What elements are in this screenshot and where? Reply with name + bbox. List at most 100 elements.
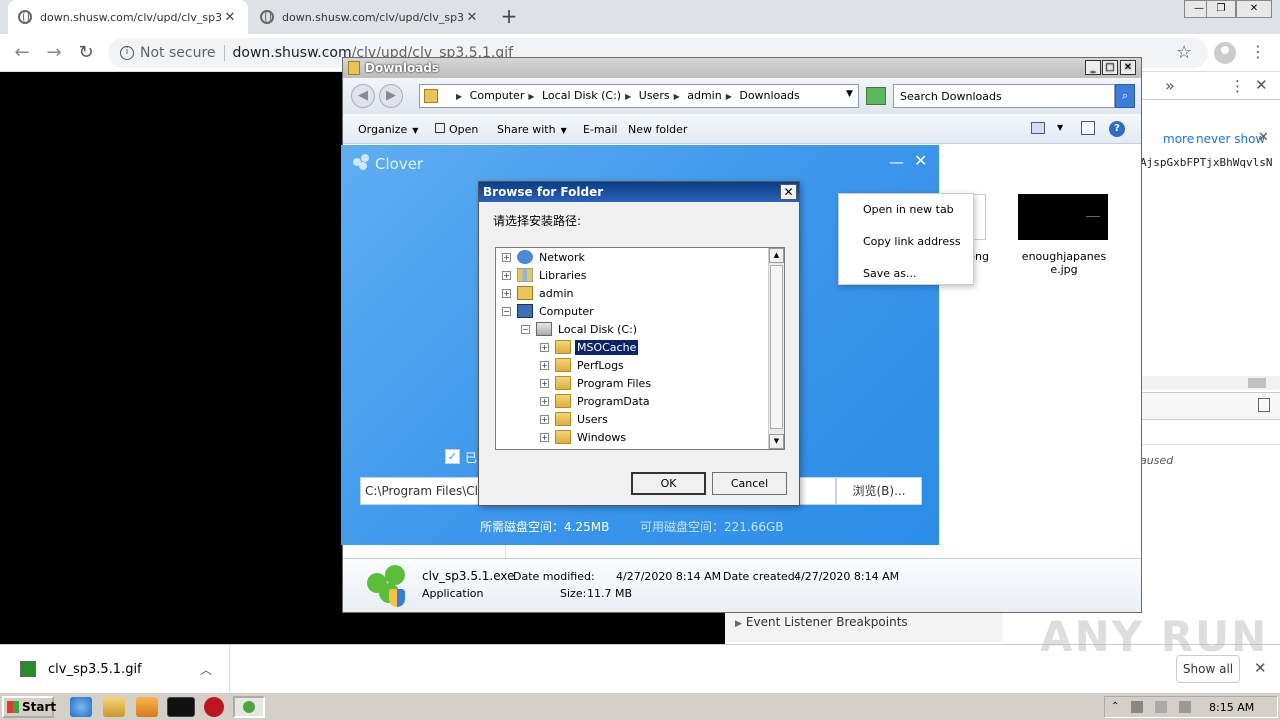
media-player-icon[interactable] <box>136 697 158 717</box>
expand-icon[interactable]: + <box>540 360 549 370</box>
download-item[interactable]: clv_sp3.5.1.gif ︿ <box>0 645 230 693</box>
scroll-down-icon[interactable]: ▼ <box>769 434 784 449</box>
file-thumbnail[interactable] <box>1018 194 1108 240</box>
start-button[interactable]: Start <box>2 696 56 718</box>
breadcrumb-item[interactable]: Users <box>639 89 670 102</box>
organize-menu[interactable]: Organize ▼ <box>358 123 418 136</box>
menu-item-open-new-tab[interactable]: Open in new tab <box>863 203 954 216</box>
chevron-right-icon[interactable]: ▶ <box>674 92 680 101</box>
change-view-icon[interactable] <box>1031 122 1045 134</box>
expand-icon[interactable]: + <box>502 288 511 298</box>
chevron-right-icon[interactable]: ▶ <box>456 92 462 101</box>
help-icon[interactable]: ? <box>1109 121 1125 137</box>
close-icon[interactable]: ✕ <box>914 151 927 170</box>
devtools-menu-icon[interactable]: ⋮ <box>1230 77 1245 95</box>
maximize-button[interactable]: □ <box>1102 60 1118 75</box>
antivirus-icon[interactable] <box>204 697 224 717</box>
breadcrumb-item[interactable]: Computer <box>470 89 525 102</box>
devtools-never-show-link[interactable]: never show <box>1196 132 1265 146</box>
email-button[interactable]: E-mail <box>583 123 618 136</box>
breadcrumb-item[interactable]: Local Disk (C:) <box>542 89 621 102</box>
infobar-close-icon[interactable]: ✕ <box>1258 130 1269 145</box>
close-window-button[interactable]: ✕ <box>1236 0 1272 18</box>
action-center-icon[interactable] <box>1179 701 1191 713</box>
ie-icon[interactable] <box>70 697 92 717</box>
tree-scrollbar[interactable]: ▲ ▼ <box>768 248 784 449</box>
close-icon[interactable]: ✕ <box>780 184 797 200</box>
close-button[interactable]: ✕ <box>1120 60 1136 75</box>
devtools-more-link[interactable]: more <box>1163 132 1194 146</box>
tree-item-admin[interactable]: + admin <box>502 284 575 302</box>
devtools-close-icon[interactable]: ✕ <box>1255 76 1268 94</box>
ok-button[interactable]: OK <box>631 472 706 495</box>
network-tray-icon[interactable] <box>1131 701 1143 713</box>
taskbar-clock[interactable]: 8:15 AM <box>1209 701 1254 714</box>
back-arrow-icon[interactable]: ← <box>10 41 34 65</box>
restore-button[interactable]: ❐ <box>1206 0 1236 18</box>
browse-button[interactable]: 浏览(B)... <box>836 477 922 505</box>
expand-icon[interactable]: + <box>502 252 511 262</box>
new-tab-button[interactable]: + <box>498 5 520 27</box>
expand-icon[interactable]: + <box>540 432 549 442</box>
tree-item-program-files[interactable]: + Program Files <box>540 374 653 392</box>
chevron-up-icon[interactable]: ︿ <box>200 661 212 678</box>
tab-close-icon[interactable]: ✕ <box>222 10 238 25</box>
expand-icon[interactable]: + <box>540 342 549 352</box>
tree-item-windows[interactable]: + Windows <box>540 428 628 446</box>
refresh-icon[interactable] <box>866 87 886 105</box>
profile-avatar-icon[interactable] <box>1214 42 1236 64</box>
chrome-icon[interactable] <box>167 697 195 717</box>
preview-pane-icon[interactable] <box>1081 121 1095 135</box>
tree-item-libraries[interactable]: + Libraries <box>502 266 589 284</box>
chevron-right-icon[interactable]: ▶ <box>625 92 631 101</box>
forward-arrow-icon[interactable]: ▶ <box>379 84 403 108</box>
scrollbar-thumb[interactable] <box>1248 378 1266 388</box>
event-listener-breakpoints-section[interactable]: ▶ Event Listener Breakpoints <box>725 610 1003 642</box>
expand-icon[interactable]: + <box>502 270 511 280</box>
expand-icon[interactable]: + <box>540 378 549 388</box>
forward-arrow-icon[interactable]: → <box>42 41 66 65</box>
minimize-icon[interactable]: — <box>889 153 904 171</box>
expand-icon[interactable]: + <box>540 396 549 406</box>
tree-item-computer[interactable]: − Computer <box>502 302 596 320</box>
more-tabs-chevron-icon[interactable]: » <box>1165 76 1175 95</box>
chevron-right-icon[interactable]: ▶ <box>528 92 534 101</box>
close-icon[interactable]: ✕ <box>1254 659 1267 677</box>
tab-close-icon[interactable]: ✕ <box>464 10 480 25</box>
devtools-hscrollbar[interactable] <box>1140 376 1280 390</box>
chevron-down-icon[interactable]: ▼ <box>846 89 853 99</box>
tree-item-programdata[interactable]: + ProgramData <box>540 392 652 410</box>
new-folder-button[interactable]: New folder <box>628 123 687 136</box>
expand-icon[interactable]: + <box>540 414 549 424</box>
breadcrumb-item[interactable]: admin <box>687 89 721 102</box>
bookmark-star-icon[interactable]: ☆ <box>1176 42 1192 63</box>
file-name[interactable]: enoughjapanese.jpg <box>1018 250 1110 276</box>
scrollbar-thumb[interactable] <box>770 265 783 429</box>
open-button[interactable]: Open <box>435 123 478 136</box>
chevron-down-icon[interactable]: ▼ <box>1057 123 1063 132</box>
reload-icon[interactable]: ↻ <box>74 41 98 65</box>
clover-taskbar-button[interactable] <box>233 696 265 718</box>
explorer-breadcrumb[interactable]: ▶ Computer ▶ Local Disk (C:) ▶ Users ▶ admi… <box>419 84 859 108</box>
breadcrumb-item[interactable]: Downloads <box>739 89 799 102</box>
tree-item-network[interactable]: + Network <box>502 248 587 266</box>
cancel-button[interactable]: Cancel <box>712 472 787 495</box>
panel-toggle-icon[interactable] <box>1258 398 1270 412</box>
menu-item-copy-link[interactable]: Copy link address <box>863 235 961 248</box>
tree-item-local-disk[interactable]: − Local Disk (C:) <box>521 320 639 338</box>
menu-item-save-as[interactable]: Save as... <box>863 267 916 280</box>
chrome-menu-icon[interactable]: ⋮ <box>1250 42 1266 61</box>
chevron-right-icon[interactable]: ▶ <box>726 92 732 101</box>
back-arrow-icon[interactable]: ◀ <box>351 84 375 108</box>
search-input[interactable]: Search Downloads <box>893 84 1115 108</box>
volume-icon[interactable] <box>1155 701 1167 713</box>
minimize-button[interactable]: _ <box>1085 60 1101 75</box>
search-icon[interactable]: ⌕ <box>1115 84 1135 108</box>
browser-tab-active[interactable]: down.shusw.com/clv/upd/clv_sp3.5 ✕ <box>8 0 248 34</box>
show-hidden-icons-icon[interactable]: ⌃ <box>1111 701 1123 713</box>
tree-item-perflogs[interactable]: + PerfLogs <box>540 356 626 374</box>
share-with-menu[interactable]: Share with ▼ <box>497 123 567 136</box>
collapse-icon[interactable]: − <box>502 306 511 316</box>
scroll-up-icon[interactable]: ▲ <box>769 248 784 263</box>
info-icon[interactable]: i <box>120 46 134 60</box>
